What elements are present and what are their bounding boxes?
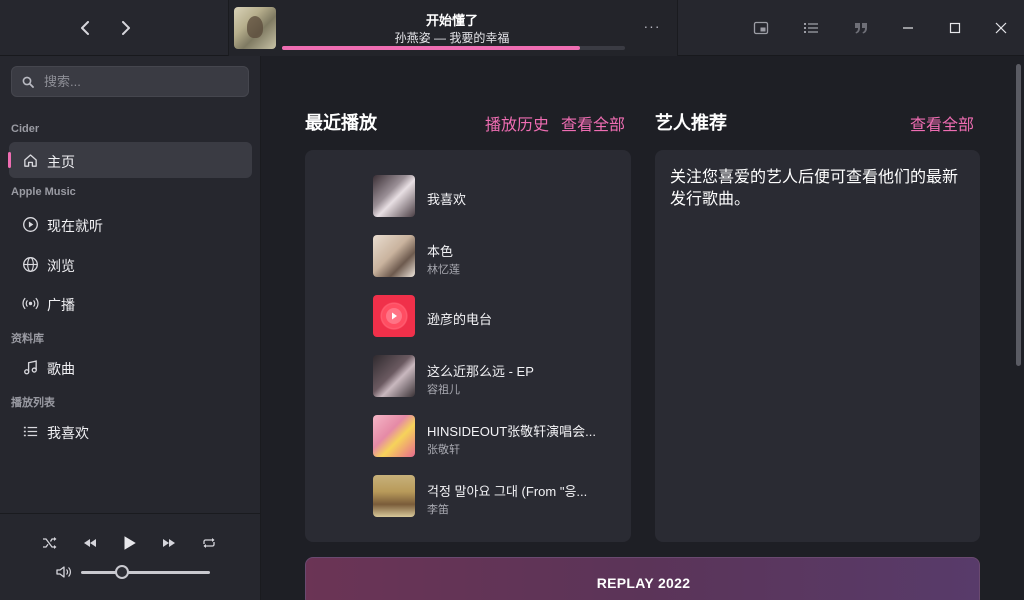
recent-item-title: 我喜欢 [427,192,467,207]
play-history-link[interactable]: 播放历史 [485,111,549,135]
album-artwork [373,175,415,217]
play-icon [124,536,136,550]
search-icon [22,76,34,88]
now-playing-subtitle[interactable]: 孙燕姿 — 我要的幸福 [279,29,625,46]
section-title-cider: Cider [11,123,40,135]
globe-icon [21,255,39,273]
sidebar-item-listen-now[interactable]: 现在就听 [9,206,252,242]
recent-see-all-link[interactable]: 查看全部 [561,111,625,135]
main-scrollbar[interactable] [1016,64,1021,366]
search-box[interactable] [11,66,249,97]
recent-item-artist[interactable]: 张敬轩 [427,441,460,457]
queue-button[interactable] [799,16,823,40]
radio-station-icon [382,304,406,328]
close-button[interactable] [987,14,1015,42]
title-bar: 开始懂了 孙燕姿 — 我要的幸福 ··· [0,0,1024,56]
repeat-icon [203,538,215,548]
play-button[interactable] [118,532,140,554]
section-title-playlists: 播放列表 [11,397,55,409]
shuffle-icon [43,537,57,549]
sidebar: Cider 主页 Apple Music 现在就听 浏览 广播 资料库 歌曲 播… [0,56,261,513]
replay-2022-banner[interactable]: REPLAY 2022 [305,557,980,600]
sidebar-item-favorites[interactable]: 我喜欢 [9,413,252,449]
sidebar-item-label: 歌曲 [47,361,75,377]
sidebar-item-label: 主页 [47,154,75,170]
chevron-left-icon [81,21,89,35]
recent-item-artist[interactable]: 容祖儿 [427,381,460,397]
recent-item[interactable]: 这么近那么远 - EP 容祖儿 [373,355,623,399]
sidebar-item-label: 广播 [47,297,75,313]
close-icon [995,22,1007,34]
recent-item-title: 逊彦的电台 [427,312,493,327]
artists-section-title: 艺人推荐 [655,113,727,133]
sidebar-item-label: 现在就听 [47,218,103,234]
playback-progress-bar[interactable] [282,46,625,50]
recent-section-title: 最近播放 [305,113,377,133]
sidebar-item-browse[interactable]: 浏览 [9,246,252,282]
recent-item-title: 本色 [427,244,454,259]
next-button[interactable] [158,532,180,554]
repeat-button[interactable] [198,532,220,554]
active-indicator [8,152,11,168]
artists-see-all-link[interactable]: 查看全部 [910,111,974,135]
back-button[interactable] [74,16,98,40]
recent-item-artist[interactable]: 李笛 [427,501,449,517]
radio-broadcast-icon [21,294,39,312]
more-options-button[interactable]: ··· [637,18,667,38]
queue-list-icon [804,23,818,33]
now-playing-artwork[interactable] [234,7,276,49]
list-icon [21,422,39,440]
recent-item-title: HINSIDEOUT张敬轩演唱会... [427,424,597,439]
sidebar-item-radio[interactable]: 广播 [9,285,252,321]
sidebar-item-home[interactable]: 主页 [8,142,252,178]
recent-item-artist[interactable]: 林忆莲 [427,261,460,277]
now-playing-panel: 开始懂了 孙燕姿 — 我要的幸福 ··· [228,0,678,56]
player-controls [0,513,261,600]
recent-item-title: 这么近那么远 - EP [427,364,534,379]
recent-item-title: 걱정 말아요 그대 (From "응... [427,484,588,499]
now-playing-title[interactable]: 开始懂了 [279,10,625,29]
recent-item[interactable]: 걱정 말아요 그대 (From "응... 李笛 [373,475,623,519]
miniplayer-icon [753,21,769,35]
previous-button[interactable] [79,532,101,554]
recent-item[interactable]: 我喜欢 [373,175,623,219]
section-title-library: 资料库 [11,333,44,345]
recent-item[interactable]: 逊彦的电台 [373,295,623,339]
previous-icon [84,539,96,547]
search-input[interactable] [44,67,244,96]
album-artwork [373,235,415,277]
next-icon [163,539,175,547]
sidebar-item-songs[interactable]: 歌曲 [9,349,252,385]
section-title-apple-music: Apple Music [11,186,76,198]
sidebar-item-label: 我喜欢 [47,425,89,441]
artist-empty-message: 关注您喜爱的艺人后便可查看他们的最新发行歌曲。 [670,169,959,208]
minimize-icon [903,27,913,29]
lyrics-quote-icon [855,23,867,34]
sidebar-item-label: 浏览 [47,258,75,274]
album-artwork [373,415,415,457]
album-artwork [373,355,415,397]
miniplayer-button[interactable] [749,16,773,40]
playback-progress-fill [282,46,581,50]
play-circle-icon [21,215,39,233]
shuffle-button[interactable] [39,532,61,554]
maximize-button[interactable] [941,14,969,42]
volume-icon[interactable] [55,564,73,580]
music-note-icon [21,358,39,376]
replay-label: REPLAY 2022 [596,575,691,591]
minimize-button[interactable] [894,14,922,42]
lyrics-button[interactable] [849,16,873,40]
chevron-right-icon [122,21,130,35]
maximize-icon [949,22,961,34]
album-artwork [373,295,415,337]
volume-slider-handle[interactable] [115,565,130,579]
home-icon [21,151,39,169]
forward-button[interactable] [113,16,137,40]
recent-item[interactable]: 本色 林忆莲 [373,235,623,279]
volume-slider[interactable] [81,565,210,579]
recent-item[interactable]: HINSIDEOUT张敬轩演唱会... 张敬轩 [373,415,623,459]
album-artwork [373,475,415,517]
